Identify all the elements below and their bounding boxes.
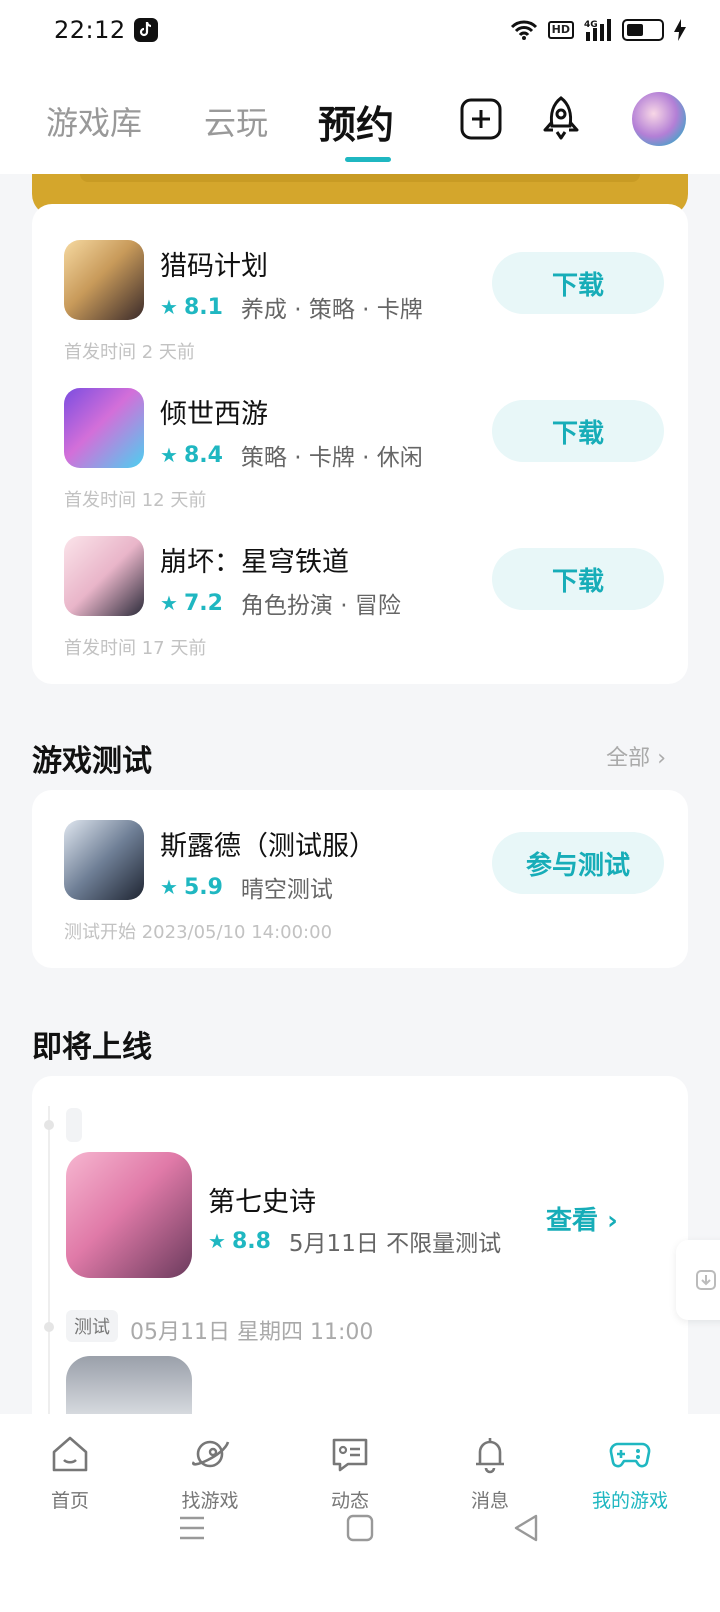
timeline-date: 05月11日 星期四 11:00 bbox=[130, 1320, 374, 1345]
list-item[interactable]: 崩坏：星穹铁道 ★ 7.2 角色扮演 · 冒险 首发时间 17 天前 下载 bbox=[64, 536, 664, 664]
test-start-time: 测试开始 2023/05/10 14:00:00 bbox=[64, 922, 333, 943]
charging-icon bbox=[674, 19, 686, 41]
gamepad-icon bbox=[609, 1442, 651, 1468]
game-icon bbox=[66, 1152, 192, 1278]
floating-download-tab[interactable] bbox=[676, 1240, 720, 1320]
hd-icon: HD bbox=[547, 21, 574, 39]
game-meta: ★ 8.4 策略 · 卡牌 · 休闲 bbox=[160, 442, 423, 472]
game-icon bbox=[64, 820, 144, 900]
rocket-icon[interactable] bbox=[536, 94, 586, 144]
tab-reservation[interactable]: 预约 bbox=[318, 94, 394, 149]
release-time: 首发时间 2 天前 bbox=[64, 342, 195, 363]
battery-icon bbox=[622, 19, 664, 41]
star-icon: ★ bbox=[160, 875, 178, 899]
timeline-dot bbox=[44, 1120, 54, 1130]
game-name: 猎码计划 bbox=[160, 251, 268, 282]
game-meta: ★ 5.9 晴空测试 bbox=[160, 874, 333, 904]
avatar[interactable] bbox=[630, 90, 688, 148]
nav-home[interactable]: 首页 bbox=[0, 1414, 140, 1524]
section-title-upcoming: 即将上线 bbox=[32, 1030, 152, 1065]
view-all-link[interactable]: 全部 › bbox=[606, 740, 666, 772]
chevron-right-icon: › bbox=[657, 746, 666, 771]
released-games-card: 猎码计划 ★ 8.1 养成 · 策略 · 卡牌 首发时间 2 天前 下载 倾世西游 … bbox=[32, 204, 688, 684]
download-button[interactable]: 下载 bbox=[492, 400, 664, 462]
active-tab-indicator bbox=[345, 157, 391, 162]
menu-icon[interactable] bbox=[172, 1508, 212, 1548]
section-title-test: 游戏测试 bbox=[32, 744, 152, 779]
game-name: 斯露德（测试服） bbox=[160, 831, 376, 862]
wifi-icon bbox=[510, 20, 537, 40]
game-meta: ★ 8.1 养成 · 策略 · 卡牌 bbox=[160, 294, 423, 324]
chat-icon bbox=[332, 1438, 368, 1472]
download-button[interactable]: 下载 bbox=[492, 548, 664, 610]
list-item[interactable]: 倾世西游 ★ 8.4 策略 · 卡牌 · 休闲 首发时间 12 天前 下载 bbox=[64, 388, 664, 516]
content-area: 猎码计划 ★ 8.1 养成 · 策略 · 卡牌 首发时间 2 天前 下载 倾世西游 … bbox=[0, 174, 720, 1414]
join-test-button[interactable]: 参与测试 bbox=[492, 832, 664, 894]
status-time: 22:12 bbox=[54, 16, 126, 44]
home-icon bbox=[52, 1436, 88, 1472]
add-square-icon[interactable] bbox=[456, 94, 506, 144]
chevron-right-icon: › bbox=[607, 1206, 618, 1236]
release-time: 首发时间 12 天前 bbox=[64, 490, 207, 511]
bell-icon bbox=[476, 1438, 504, 1474]
test-tag: 测试 bbox=[66, 1310, 118, 1342]
home-square-icon[interactable] bbox=[340, 1508, 380, 1548]
status-bar: 22:12 HD 4G bbox=[0, 0, 720, 64]
game-name: 崩坏：星穹铁道 bbox=[160, 547, 349, 578]
star-icon: ★ bbox=[208, 1229, 226, 1253]
download-icon bbox=[696, 1270, 716, 1290]
upcoming-card: 第七史诗 ★ 8.8 5月11日 不限量测试 查看 › 测试 05月11日 星期四 … bbox=[32, 1076, 688, 1414]
game-name: 第七史诗 bbox=[208, 1187, 316, 1218]
test-card: 斯露德（测试服） ★ 5.9 晴空测试 测试开始 2023/05/10 14:00:… bbox=[32, 790, 688, 968]
timeline-dot bbox=[44, 1322, 54, 1332]
star-icon: ★ bbox=[160, 295, 178, 319]
game-icon bbox=[66, 1356, 192, 1414]
star-icon: ★ bbox=[160, 443, 178, 467]
tab-cloud-play[interactable]: 云玩 bbox=[204, 98, 268, 144]
download-button[interactable]: 下载 bbox=[492, 252, 664, 314]
signal-icon: 4G bbox=[584, 19, 611, 41]
planet-icon bbox=[192, 1440, 230, 1468]
game-icon bbox=[64, 240, 144, 320]
view-button[interactable]: 查看 › bbox=[546, 1200, 618, 1237]
list-item[interactable]: 猎码计划 ★ 8.1 养成 · 策略 · 卡牌 首发时间 2 天前 下载 bbox=[64, 240, 664, 368]
tab-game-library[interactable]: 游戏库 bbox=[46, 98, 142, 144]
tiktok-notification-icon bbox=[134, 18, 158, 42]
top-header: 游戏库 云玩 预约 bbox=[0, 64, 720, 174]
timeline-line bbox=[48, 1106, 50, 1414]
star-icon: ★ bbox=[160, 591, 178, 615]
game-name: 倾世西游 bbox=[160, 399, 268, 430]
game-meta: ★ 7.2 角色扮演 · 冒险 bbox=[160, 590, 401, 620]
list-item[interactable]: 斯露德（测试服） ★ 5.9 晴空测试 测试开始 2023/05/10 14:00:… bbox=[64, 820, 664, 948]
game-icon bbox=[64, 536, 144, 616]
game-icon bbox=[64, 388, 144, 468]
release-time: 首发时间 17 天前 bbox=[64, 638, 207, 659]
nav-my-games[interactable]: 我的游戏 bbox=[560, 1414, 700, 1524]
back-icon[interactable] bbox=[506, 1508, 546, 1548]
game-meta: ★ 8.8 5月11日 不限量测试 bbox=[208, 1228, 502, 1258]
